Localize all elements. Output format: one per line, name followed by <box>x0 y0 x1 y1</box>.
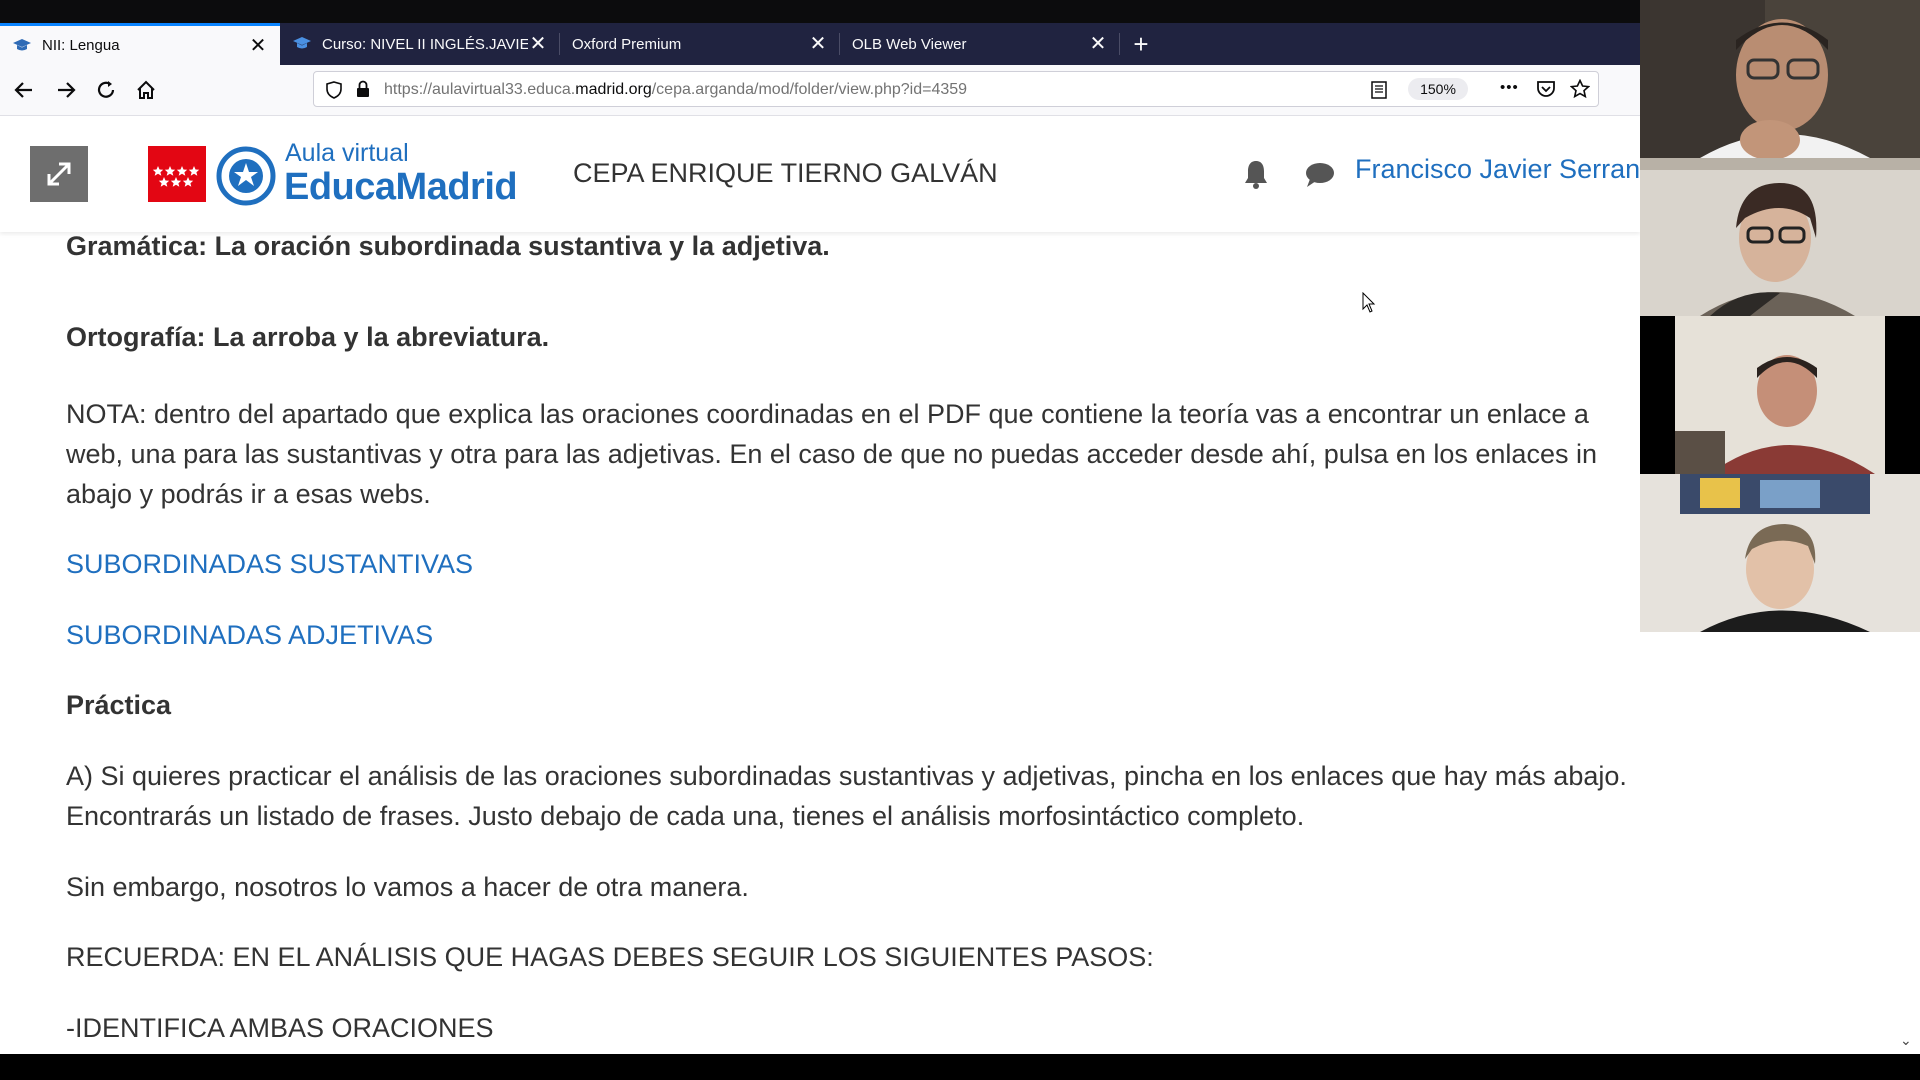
new-tab-button[interactable]: + <box>1120 23 1162 65</box>
expand-icon <box>47 162 71 186</box>
note-line: web, una para las sustantivas y otra par… <box>66 439 1597 469</box>
participant-video-3 <box>1640 316 1920 474</box>
comunidad-madrid-flag-logo <box>148 146 206 202</box>
link-subordinadas-sustantivas[interactable]: SUBORDINADAS SUSTANTIVAS <box>66 544 473 584</box>
user-name-link[interactable]: Francisco Javier Serran <box>1355 154 1640 185</box>
grammar-heading: Gramática: La oración subordinada sustan… <box>66 231 830 261</box>
chat-bubble-icon[interactable] <box>1304 161 1336 189</box>
tab-oxford-premium[interactable]: Oxford Premium ✕ <box>560 23 840 65</box>
scroll-down-chevron-icon[interactable]: ⌄ <box>1900 1032 1912 1049</box>
close-tab-icon[interactable]: ✕ <box>528 34 548 54</box>
school-name: CEPA ENRIQUE TIERNO GALVÁN <box>573 158 998 188</box>
participant-video-2 <box>1640 158 1920 316</box>
tab-title: NII: Lengua <box>42 37 120 54</box>
note-line: abajo y podrás ir a esas webs. <box>66 479 431 509</box>
participant-video-1 <box>1640 0 1920 158</box>
shield-icon <box>326 81 342 99</box>
url-bar[interactable]: https://aulavirtual33.educa.madrid.org/c… <box>313 71 1599 107</box>
more-actions-icon[interactable]: ••• <box>1500 79 1519 96</box>
bookmark-star-icon[interactable] <box>1570 79 1590 99</box>
pocket-icon[interactable] <box>1536 80 1556 98</box>
logo-aula-virtual-text: Aula virtual <box>285 139 409 167</box>
bell-icon[interactable] <box>1241 158 1271 190</box>
back-button[interactable] <box>8 74 40 106</box>
back-arrow-icon <box>14 82 32 98</box>
url-text: https://aulavirtual33.educa.madrid.org/c… <box>384 81 968 98</box>
forward-arrow-icon <box>58 82 76 98</box>
tab-olb-web-viewer[interactable]: OLB Web Viewer ✕ <box>840 23 1120 65</box>
close-tab-icon[interactable]: ✕ <box>248 36 268 56</box>
forward-button[interactable] <box>50 74 82 106</box>
educamadrid-emblem-icon <box>216 146 276 206</box>
tab-strip: NII: Lengua ✕ Curso: NIVEL II INGLÉS.JAV… <box>0 23 1640 65</box>
participant-video-4 <box>1640 474 1920 632</box>
logo-educamadrid-text: EducaMadrid <box>284 166 518 208</box>
practice-line: A) Si quieres practicar el análisis de l… <box>66 761 1627 791</box>
spelling-heading: Ortografía: La arroba y la abreviatura. <box>66 322 550 352</box>
video-call-panel <box>1640 0 1920 632</box>
note-line: NOTA: dentro del apartado que explica la… <box>66 399 1589 429</box>
tab-title: Oxford Premium <box>572 35 682 53</box>
however-paragraph: Sin embargo, nosotros lo vamos a hacer d… <box>66 872 749 902</box>
step-identify: -IDENTIFICA AMBAS ORACIONES <box>66 1013 494 1043</box>
practice-a-paragraph: A) Si quieres practicar el análisis de l… <box>66 756 1627 836</box>
mouse-cursor-icon <box>1362 292 1376 313</box>
tab-curso-ingles[interactable]: Curso: NIVEL II INGLÉS.JAVIER ✕ <box>280 23 560 65</box>
fullscreen-toggle-button[interactable] <box>30 146 88 202</box>
reload-button[interactable] <box>90 74 122 106</box>
remember-paragraph: RECUERDA: EN EL ANÁLISIS QUE HAGAS DEBES… <box>66 942 1154 972</box>
home-icon <box>137 80 155 99</box>
tab-title: OLB Web Viewer <box>852 35 967 53</box>
browser-top-bar <box>0 0 1640 23</box>
close-tab-icon[interactable]: ✕ <box>808 34 828 54</box>
note-paragraph: NOTA: dentro del apartado que explica la… <box>66 394 1640 514</box>
graduation-cap-icon <box>12 37 32 55</box>
reader-view-icon[interactable] <box>1370 81 1388 99</box>
zoom-level-button[interactable]: 150% <box>1408 78 1468 100</box>
site-header: Aula virtual EducaMadrid CEPA ENRIQUE TI… <box>0 116 1640 232</box>
bottom-bar <box>0 1054 1920 1080</box>
link-subordinadas-adjetivas[interactable]: SUBORDINADAS ADJETIVAS <box>66 615 433 655</box>
home-button[interactable] <box>130 74 162 106</box>
close-tab-icon[interactable]: ✕ <box>1088 34 1108 54</box>
navigation-bar: https://aulavirtual33.educa.madrid.org/c… <box>0 65 1640 116</box>
reload-icon <box>97 81 115 98</box>
web-page: Aula virtual EducaMadrid CEPA ENRIQUE TI… <box>0 116 1920 1054</box>
practice-heading: Práctica <box>66 690 172 720</box>
lock-icon <box>357 80 369 97</box>
tab-nii-lengua[interactable]: NII: Lengua ✕ <box>0 23 280 65</box>
practice-line: Encontrarás un listado de frases. Justo … <box>66 801 1305 831</box>
tab-title: Curso: NIVEL II INGLÉS.JAVIER <box>322 35 528 53</box>
graduation-cap-icon <box>292 35 312 53</box>
